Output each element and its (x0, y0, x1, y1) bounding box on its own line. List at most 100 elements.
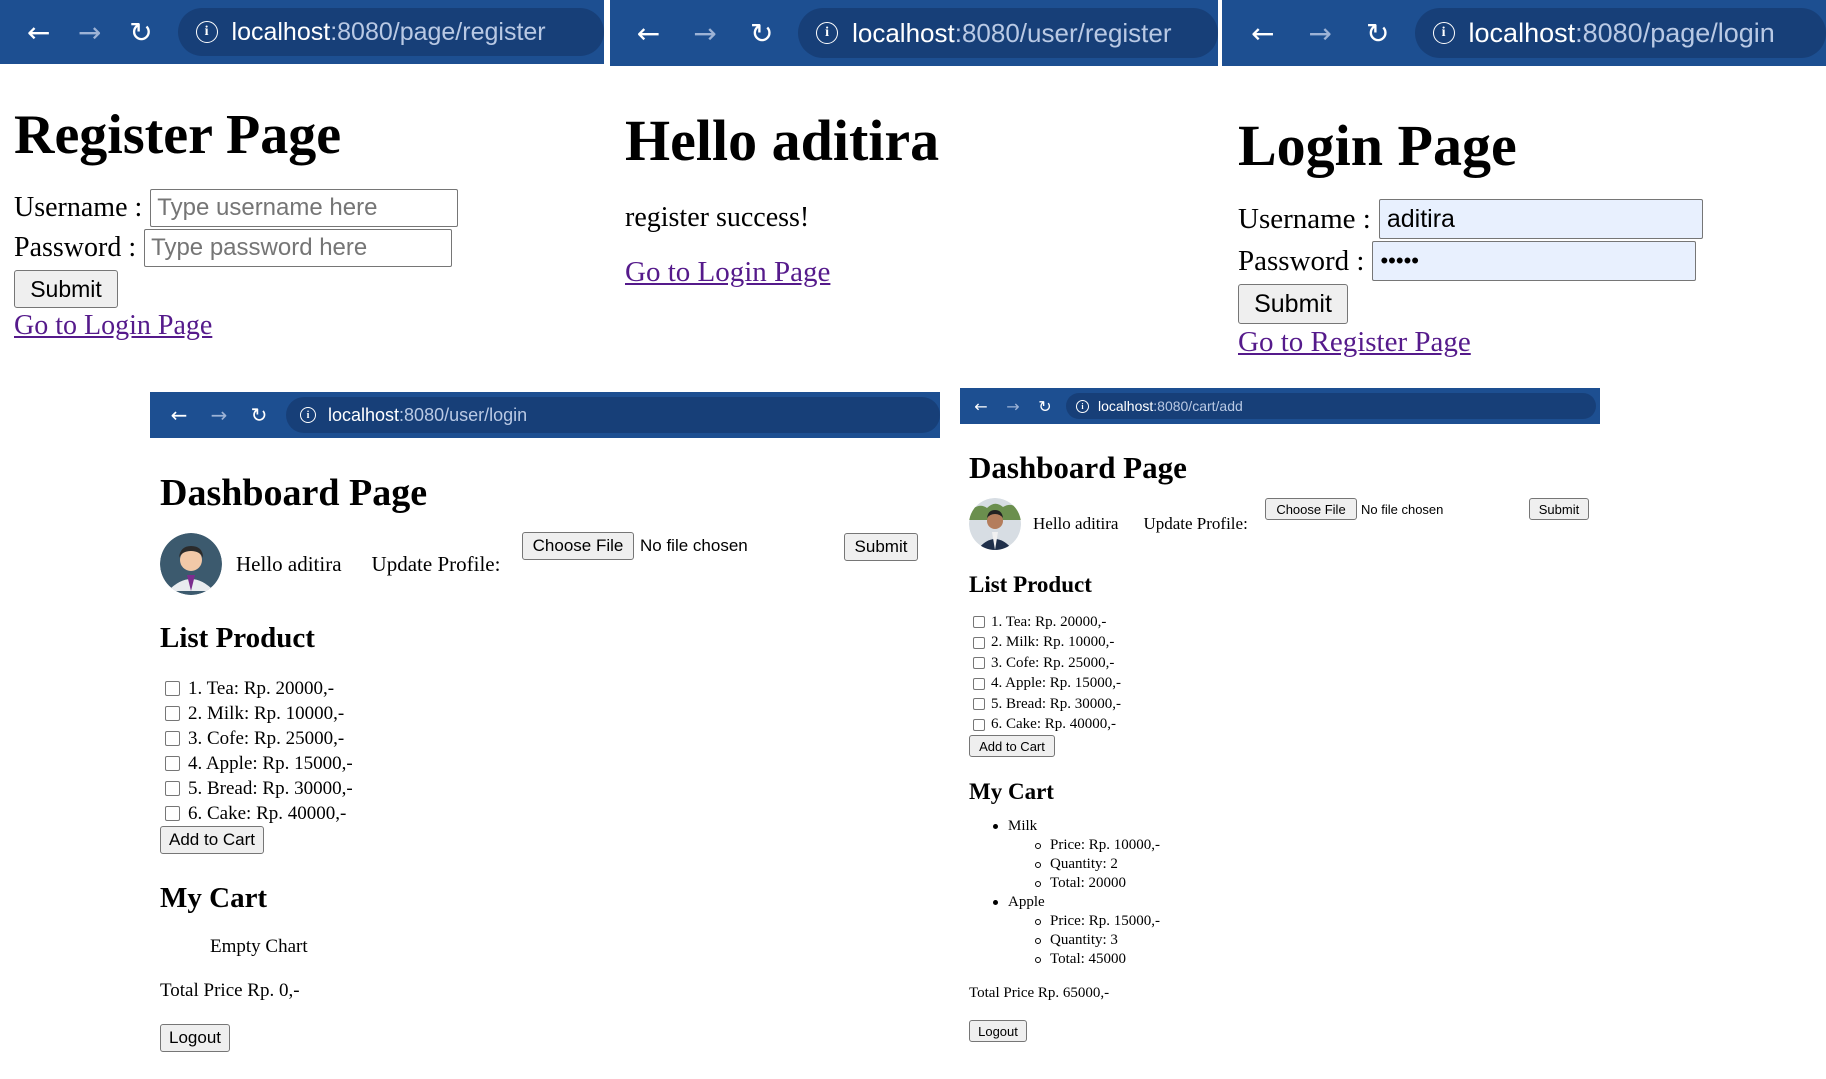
browser-toolbar: ← → ↻ i localhost:8080/cart/add (960, 388, 1600, 424)
add-to-cart-button[interactable]: Add to Cart (160, 826, 264, 854)
address-bar[interactable]: i localhost:8080/page/login (1414, 8, 1826, 58)
product-label: 5. Bread: Rp. 30000,- (991, 695, 1121, 712)
reload-icon[interactable]: ↻ (126, 16, 155, 49)
product-label: 1. Tea: Rp. 20000,- (188, 677, 335, 699)
reload-icon[interactable]: ↻ (747, 17, 776, 50)
address-bar[interactable]: i localhost:8080/cart/add (1066, 393, 1596, 419)
product-item: 5. Bread: Rp. 30000,- (969, 694, 1589, 715)
checkbox-icon[interactable] (165, 806, 180, 821)
product-item: 3. Cofe: Rp. 25000,- (969, 653, 1589, 674)
product-label: 4. Apple: Rp. 15000,- (991, 675, 1121, 692)
page-title: Dashboard Page (969, 450, 1187, 485)
username-value: aditira (1386, 204, 1455, 233)
username-input[interactable]: aditira (1378, 199, 1703, 239)
profile-row: Hello aditira Update Profile: Choose Fil… (160, 532, 930, 596)
page-title: Dashboard Page (160, 472, 428, 514)
info-icon[interactable]: i (300, 407, 316, 423)
checkbox-icon[interactable] (973, 616, 985, 629)
back-arrow-icon[interactable]: ← (1248, 17, 1278, 50)
reload-icon[interactable]: ↻ (1036, 397, 1054, 416)
bullet-icon (1035, 842, 1041, 849)
update-profile-label: Update Profile: (371, 551, 501, 576)
back-arrow-icon[interactable]: ← (168, 403, 190, 427)
checkbox-icon[interactable] (973, 718, 985, 731)
logout-button[interactable]: Logout (160, 1024, 230, 1052)
checkbox-icon[interactable] (973, 677, 985, 690)
checkbox-icon[interactable] (973, 657, 985, 670)
info-icon[interactable]: i (195, 21, 218, 43)
forward-arrow-icon[interactable]: → (691, 17, 720, 50)
greeting: Hello aditira (236, 551, 342, 576)
checkbox-icon[interactable] (165, 756, 180, 771)
product-label: 3. Cofe: Rp. 25000,- (188, 727, 345, 749)
page-title: Register Page (14, 104, 342, 166)
password-input[interactable]: ••••• (1372, 241, 1697, 281)
product-label: 6. Cake: Rp. 40000,- (991, 716, 1116, 733)
forward-arrow-icon[interactable]: → (1004, 397, 1022, 416)
username-placeholder: Type username here (157, 194, 378, 221)
checkbox-icon[interactable] (165, 731, 180, 746)
checkbox-icon[interactable] (165, 681, 180, 696)
info-icon[interactable]: i (1432, 22, 1455, 44)
checkbox-icon[interactable] (165, 781, 180, 796)
add-to-cart-button[interactable]: Add to Cart (969, 735, 1055, 757)
checkbox-icon[interactable] (973, 698, 985, 711)
product-item: 4. Apple: Rp. 15000,- (160, 751, 930, 776)
back-arrow-icon[interactable]: ← (24, 16, 53, 49)
submit-button[interactable]: Submit (1238, 284, 1348, 324)
back-arrow-icon[interactable]: ← (972, 397, 990, 416)
product-item: 2. Milk: Rp. 10000,- (160, 701, 930, 726)
cart-item-quantity: Quantity: 2 (1050, 856, 1118, 872)
bullet-icon (1035, 880, 1041, 887)
list-product-title: List Product (969, 572, 1092, 597)
info-icon[interactable]: i (816, 22, 839, 44)
password-placeholder: Type password here (151, 234, 368, 261)
url-host: localhost (852, 17, 955, 48)
submit-button[interactable]: Submit (14, 270, 118, 308)
my-cart-title: My Cart (969, 779, 1054, 804)
product-label: 1. Tea: Rp. 20000,- (991, 613, 1107, 630)
choose-file-button[interactable]: Choose File (522, 532, 634, 560)
submit-button[interactable]: Submit (844, 533, 918, 561)
cart-item: Milk Price: Rp. 10000,- Quantity: 2 Tota… (969, 817, 1589, 893)
browser-toolbar: ← → ↻ i localhost:8080/user/register (610, 0, 1218, 66)
dashboard-cart-window: ← → ↻ i localhost:8080/cart/add Dashboar… (960, 388, 1600, 1079)
submit-button[interactable]: Submit (1529, 498, 1589, 520)
username-input[interactable]: Type username here (150, 189, 459, 227)
url-path: :8080/user/register (954, 17, 1172, 48)
forward-arrow-icon[interactable]: → (75, 16, 104, 49)
go-to-login-link[interactable]: Go to Login Page (14, 310, 212, 341)
forward-arrow-icon[interactable]: → (208, 403, 230, 427)
bullet-icon (1035, 861, 1041, 868)
forward-arrow-icon[interactable]: → (1306, 17, 1336, 50)
browser-toolbar: ← → ↻ i localhost:8080/page/register (0, 0, 604, 64)
info-icon[interactable]: i (1076, 399, 1089, 413)
logout-button[interactable]: Logout (969, 1020, 1027, 1042)
total-price: Total Price Rp. 0,- (160, 980, 300, 1001)
page-title: Hello aditira (625, 108, 940, 173)
login-content: Login Page Username : aditira Password :… (1238, 110, 1818, 359)
choose-file-button[interactable]: Choose File (1265, 498, 1357, 520)
register-window: ← → ↻ i localhost:8080/page/register Reg… (0, 0, 604, 390)
cart-item-total: Total: 45000 (1050, 951, 1127, 967)
product-item: 5. Bread: Rp. 30000,- (160, 776, 930, 801)
product-label: 4. Apple: Rp. 15000,- (188, 752, 353, 774)
go-to-register-link[interactable]: Go to Register Page (1238, 326, 1471, 358)
address-bar[interactable]: i localhost:8080/user/register (798, 8, 1218, 58)
go-to-login-link[interactable]: Go to Login Page (625, 256, 830, 288)
address-bar[interactable]: i localhost:8080/user/login (286, 397, 940, 433)
browser-toolbar: ← → ↻ i localhost:8080/page/login (1222, 0, 1826, 66)
checkbox-icon[interactable] (973, 636, 985, 649)
profile-row: Hello aditira Update Profile: Choose Fil… (969, 498, 1589, 550)
checkbox-icon[interactable] (165, 706, 180, 721)
reload-icon[interactable]: ↻ (1363, 17, 1393, 50)
url-host: localhost (231, 17, 331, 46)
back-arrow-icon[interactable]: ← (634, 17, 663, 50)
page-title: Login Page (1238, 113, 1517, 178)
reload-icon[interactable]: ↻ (248, 403, 270, 427)
password-input[interactable]: Type password here (144, 229, 453, 267)
url-host: localhost (1098, 398, 1154, 414)
product-label: 2. Milk: Rp. 10000,- (991, 634, 1115, 651)
product-label: 2. Milk: Rp. 10000,- (188, 702, 345, 724)
address-bar[interactable]: i localhost:8080/page/register (177, 8, 604, 56)
